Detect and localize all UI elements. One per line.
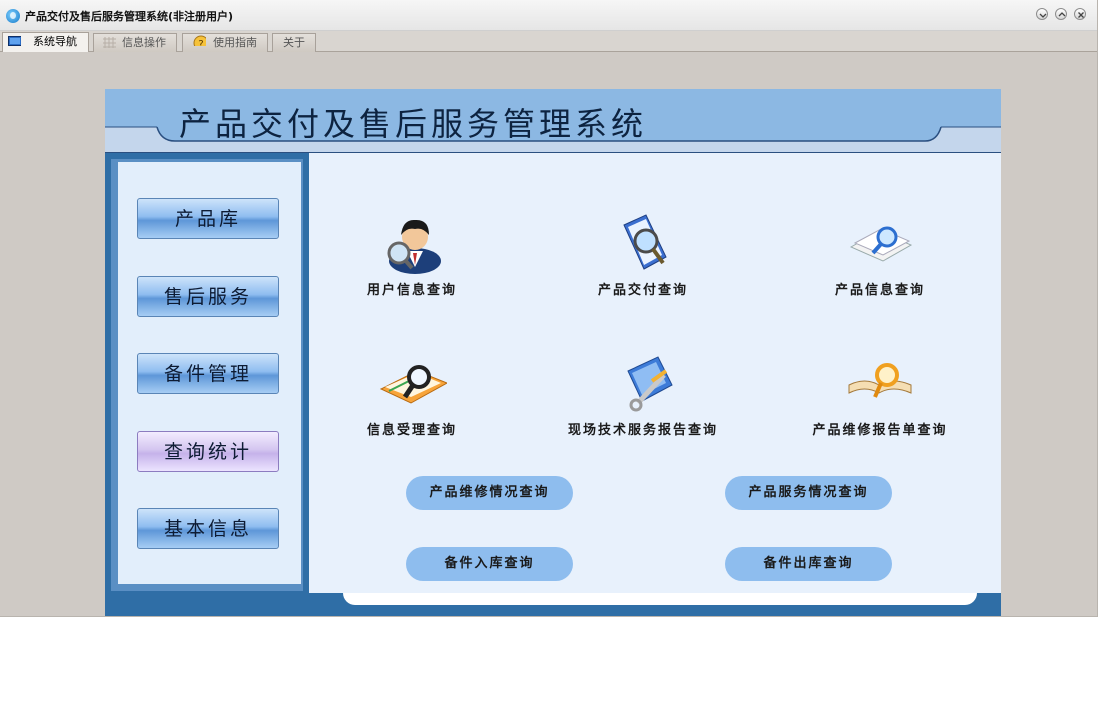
- help-icon: ?: [193, 35, 206, 46]
- query-label: 产品交付查询: [597, 283, 688, 298]
- header-banner: 产品交付及售后服务管理系统: [105, 89, 1001, 155]
- tab-user-guide[interactable]: ? 使用指南: [182, 33, 268, 52]
- close-icon: [1078, 12, 1084, 18]
- chevron-down-icon: [1039, 13, 1047, 18]
- query-user-info[interactable]: 用户信息查询: [312, 211, 512, 298]
- window-title: 产品交付及售后服务管理系统(非注册用户): [25, 10, 234, 23]
- query-product-delivery[interactable]: 产品交付查询: [543, 211, 743, 298]
- app-window: 产品交付及售后服务管理系统(非注册用户) 系统导航 信息操作 ? 使用指南 关于…: [0, 0, 1098, 617]
- query-label: 用户信息查询: [366, 283, 457, 298]
- title-bar: 产品交付及售后服务管理系统(非注册用户): [0, 0, 1097, 31]
- service-status-query-button[interactable]: 产品服务情况查询: [725, 476, 892, 510]
- papers-magnifier-icon: [849, 226, 913, 262]
- tab-label: 信息操作: [122, 36, 166, 49]
- query-content: 用户信息查询 产品交付查询 产品信息查询 信息受理查询 现场技术服务报告查询 产…: [309, 153, 1001, 593]
- system-title: 产品交付及售后服务管理系统: [179, 105, 648, 143]
- tools-report-icon: [627, 356, 673, 412]
- nav-button-query-stats[interactable]: 查询统计: [137, 431, 279, 472]
- nav-button-spare-parts[interactable]: 备件管理: [137, 353, 279, 394]
- close-button[interactable]: [1074, 8, 1086, 20]
- query-onsite-service-report[interactable]: 现场技术服务报告查询: [543, 351, 743, 438]
- query-label: 产品信息查询: [834, 283, 925, 298]
- query-label: 信息受理查询: [366, 423, 457, 438]
- query-label: 产品维修报告单查询: [812, 423, 948, 438]
- tab-label: 使用指南: [213, 36, 257, 49]
- minimize-button[interactable]: [1036, 8, 1048, 20]
- query-info-acceptance[interactable]: 信息受理查询: [312, 351, 512, 438]
- nav-button-basic-info[interactable]: 基本信息: [137, 508, 279, 549]
- body-frame: 产品库 售后服务 备件管理 查询统计 基本信息 用户信息查询 产品交付查询 产品…: [105, 153, 1001, 616]
- monitor-icon: [8, 36, 21, 46]
- tab-info-operations[interactable]: 信息操作: [93, 33, 177, 52]
- tab-bar: 系统导航 信息操作 ? 使用指南 关于: [0, 31, 1097, 52]
- query-repair-report[interactable]: 产品维修报告单查询: [780, 351, 980, 438]
- maximize-button[interactable]: [1055, 8, 1067, 20]
- parts-outbound-query-button[interactable]: 备件出库查询: [725, 547, 892, 581]
- tab-about[interactable]: 关于: [272, 33, 316, 52]
- grid-icon: [103, 37, 116, 48]
- query-label: 现场技术服务报告查询: [567, 423, 718, 438]
- book-magnifier-icon: [623, 214, 667, 270]
- footer-band: [343, 593, 977, 605]
- nav-button-product-library[interactable]: 产品库: [137, 198, 279, 239]
- tab-label: 关于: [283, 36, 305, 49]
- nav-button-after-sales[interactable]: 售后服务: [137, 276, 279, 317]
- chevron-up-icon: [1058, 12, 1066, 17]
- open-book-magnifier-icon: [848, 363, 912, 398]
- main-panel: 产品交付及售后服务管理系统 产品库 售后服务 备件管理 查询统计 基本信息 用户…: [105, 89, 1001, 616]
- query-product-info[interactable]: 产品信息查询: [780, 211, 980, 298]
- repair-status-query-button[interactable]: 产品维修情况查询: [406, 476, 573, 510]
- user-search-icon: [387, 219, 441, 274]
- notebook-magnifier-icon: [379, 365, 449, 404]
- parts-inbound-query-button[interactable]: 备件入库查询: [406, 547, 573, 581]
- tab-system-navigation[interactable]: 系统导航: [2, 32, 89, 52]
- tab-label: 系统导航: [33, 35, 77, 48]
- svg-text:?: ?: [198, 39, 203, 46]
- app-logo-icon: [6, 9, 20, 23]
